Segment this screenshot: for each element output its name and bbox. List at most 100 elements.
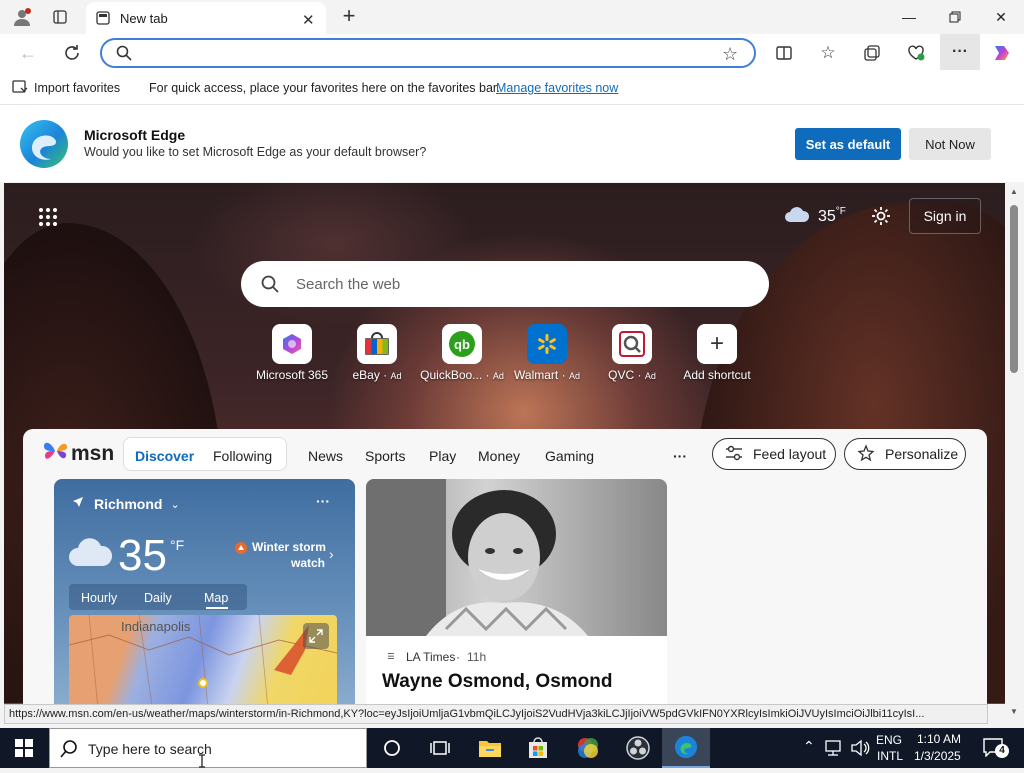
new-tab-button[interactable]: +: [336, 4, 362, 30]
restore-button[interactable]: [932, 0, 978, 34]
favorite-star-icon[interactable]: ☆: [722, 44, 738, 65]
settings-and-more-icon[interactable]: ···: [940, 34, 980, 70]
weather-location[interactable]: Richmond ⌄: [72, 495, 180, 513]
import-favorites-link[interactable]: Import favorites: [34, 81, 120, 95]
tab-map[interactable]: Map: [204, 591, 228, 605]
edge-taskbar-icon[interactable]: [662, 728, 710, 768]
refresh-icon[interactable]: [56, 37, 88, 69]
manage-favorites-link[interactable]: Manage favorites now: [496, 81, 618, 95]
browser-essentials-icon[interactable]: [900, 37, 932, 69]
apps-launcher-icon[interactable]: [38, 207, 58, 232]
notification-count: 4: [995, 744, 1009, 758]
page-settings-icon[interactable]: [870, 205, 892, 232]
taskbar-search-input[interactable]: Type here to search: [88, 741, 212, 757]
tab-new-tab[interactable]: New tab ✕: [86, 2, 326, 34]
back-icon[interactable]: ←: [12, 37, 44, 69]
set-as-default-button[interactable]: Set as default: [795, 128, 901, 160]
news-source[interactable]: LA Times: [406, 650, 455, 664]
news-headline[interactable]: Wayne Osmond, Osmond: [382, 671, 613, 693]
nav-gaming[interactable]: Gaming: [545, 448, 594, 464]
page-scrollbar[interactable]: ▲ ▼: [1005, 183, 1024, 721]
web-search-box[interactable]: Search the web: [241, 261, 769, 307]
taskbar-search-box[interactable]: Type here to search: [49, 728, 367, 768]
chevron-down-icon: ⌄: [170, 498, 180, 511]
tab-following[interactable]: Following: [213, 448, 272, 464]
import-favorites-icon[interactable]: [12, 80, 28, 97]
shortcut-add[interactable]: + Add shortcut: [672, 324, 762, 382]
add-icon: +: [697, 324, 737, 364]
chevron-up-icon[interactable]: ⌃: [803, 738, 815, 755]
weather-card-more-icon[interactable]: ···: [316, 493, 330, 509]
shortcut-microsoft-365[interactable]: Microsoft 365: [247, 324, 337, 382]
language-line1[interactable]: ENG: [876, 733, 902, 747]
weather-map[interactable]: Indianapolis: [69, 615, 337, 704]
clock-time[interactable]: 1:10 AM: [917, 732, 961, 746]
personalize-button[interactable]: Personalize: [844, 438, 966, 470]
tab-actions-icon[interactable]: [48, 6, 72, 28]
microsoft-store-icon[interactable]: [514, 728, 562, 768]
shortcut-qvc[interactable]: QVC · Ad: [587, 324, 677, 382]
favorites-bar: Import favorites For quick access, place…: [0, 72, 1024, 104]
weather-card[interactable]: Richmond ⌄ ··· 35 °F Winter storm watch …: [54, 479, 355, 704]
close-window-button[interactable]: ✕: [978, 0, 1024, 34]
cloud-icon: [68, 537, 114, 572]
copilot-icon[interactable]: [986, 37, 1018, 69]
scroll-thumb[interactable]: [1010, 205, 1018, 373]
feed-layout-label: Feed layout: [753, 446, 827, 462]
feed-layout-button[interactable]: Feed layout: [712, 438, 836, 470]
weather-alert-line1[interactable]: Winter storm: [252, 540, 326, 554]
news-separator: ·: [456, 650, 460, 664]
shortcut-label: Add shortcut: [683, 368, 751, 382]
shortcut-quickbooks[interactable]: qb QuickBoo... · Ad: [417, 324, 507, 382]
obs-icon[interactable]: [614, 728, 662, 768]
scroll-down-icon[interactable]: ▼: [1010, 707, 1018, 716]
start-button[interactable]: [0, 728, 48, 768]
new-tab-page: 35 °F Sign in Search the web Microsoft 3…: [4, 183, 1005, 704]
weather-alert-line2[interactable]: watch: [291, 556, 325, 570]
weather-temp: 35: [818, 207, 836, 225]
tab-hourly[interactable]: Hourly: [81, 591, 117, 605]
clock-date[interactable]: 1/3/2025: [914, 749, 961, 763]
weather-card-unit: °F: [170, 537, 185, 553]
shortcut-ebay[interactable]: eBay · Ad: [332, 324, 422, 382]
msn-logo[interactable]: msn: [43, 439, 114, 468]
language-line2[interactable]: INTL: [877, 749, 903, 763]
tab-map-underline: [206, 607, 228, 609]
minimize-button[interactable]: —: [886, 0, 932, 34]
tab-discover[interactable]: Discover: [135, 448, 194, 464]
not-now-button[interactable]: Not Now: [909, 128, 991, 160]
favorites-icon[interactable]: ☆: [812, 37, 844, 69]
network-icon[interactable]: [824, 739, 844, 762]
sign-in-button[interactable]: Sign in: [909, 198, 981, 234]
close-tab-icon[interactable]: ✕: [302, 11, 315, 29]
shortcut-walmart[interactable]: Walmart · Ad: [502, 324, 592, 382]
weather-widget[interactable]: 35 °F: [784, 205, 846, 228]
banner-subtitle: Would you like to set Microsoft Edge as …: [84, 145, 427, 159]
news-card[interactable]: ☰ LA Times · 11h Wayne Osmond, Osmond: [366, 479, 667, 704]
chevron-right-icon[interactable]: ›: [329, 546, 334, 562]
collections-icon[interactable]: [856, 37, 888, 69]
profile-icon[interactable]: [8, 4, 36, 30]
weather-card-temp: 35: [118, 531, 167, 580]
task-view-icon[interactable]: [416, 728, 464, 768]
ad-badge: Ad: [390, 371, 402, 381]
nav-money[interactable]: Money: [478, 448, 520, 464]
photos-app-icon[interactable]: [564, 728, 612, 768]
tab-daily[interactable]: Daily: [144, 591, 172, 605]
more-nav-icon[interactable]: ···: [673, 448, 687, 464]
scroll-up-icon[interactable]: ▲: [1010, 187, 1018, 196]
web-search-input[interactable]: Search the web: [296, 276, 400, 293]
nav-play[interactable]: Play: [429, 448, 456, 464]
nav-news[interactable]: News: [308, 448, 343, 464]
ad-badge: Ad: [568, 371, 580, 381]
expand-icon[interactable]: [303, 623, 329, 649]
split-screen-icon[interactable]: [768, 37, 800, 69]
cortana-icon[interactable]: [368, 728, 416, 768]
nav-sports[interactable]: Sports: [365, 448, 405, 464]
volume-icon[interactable]: [850, 739, 870, 762]
shortcut-label: QuickBoo...: [420, 368, 483, 382]
address-bar[interactable]: ☆: [100, 38, 756, 68]
map-city-label: Indianapolis: [121, 619, 191, 634]
shortcut-label: Walmart: [514, 368, 559, 382]
file-explorer-icon[interactable]: [466, 728, 514, 768]
